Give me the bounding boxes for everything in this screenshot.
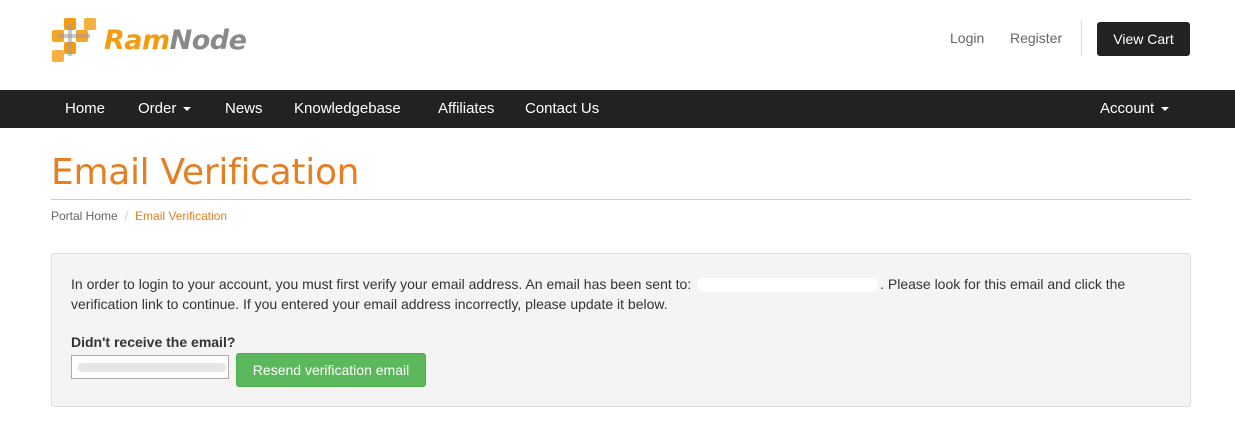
logo-icon [52,18,96,62]
nav-knowledgebase[interactable]: Knowledgebase [294,90,401,128]
nav-account[interactable]: Account [1100,90,1170,128]
redacted-email [697,278,879,293]
title-divider [51,199,1191,200]
verification-panel: In order to login to your account, you m… [51,253,1191,407]
resend-verification-button[interactable]: Resend verification email [236,353,426,387]
breadcrumb-portal-home[interactable]: Portal Home [51,209,118,223]
nav-order[interactable]: Order [138,90,192,128]
breadcrumb-current: Email Verification [135,209,228,223]
nav-affiliates[interactable]: Affiliates [438,90,494,128]
view-cart-button[interactable]: View Cart [1097,22,1190,56]
ramnode-logo[interactable]: RamNode [50,15,247,65]
nav-news[interactable]: News [225,90,263,128]
logo-wordmark: RamNode [104,24,247,56]
main-navigation: Home Order News Knowledgebase Affiliates… [0,90,1235,128]
site-header: RamNode Login Register View Cart [0,0,1235,90]
nav-home[interactable]: Home [65,90,105,128]
breadcrumb: Portal Home / Email Verification [51,209,227,223]
page-title: Email Verification [51,152,360,193]
nav-account-label: Account [1100,100,1155,117]
email-address-input[interactable] [71,355,229,379]
nav-contact-us[interactable]: Contact Us [525,90,599,128]
login-link[interactable]: Login [950,30,984,46]
message-text-start: In order to login to your account, you m… [71,276,692,292]
register-link[interactable]: Register [1010,30,1062,46]
verification-message: In order to login to your account, you m… [71,274,1181,314]
chevron-down-icon [183,107,192,112]
breadcrumb-separator: / [124,209,129,223]
didnt-receive-label: Didn't receive the email? [71,334,236,350]
chevron-down-icon [1161,107,1170,112]
header-divider [1081,20,1082,56]
nav-order-label: Order [138,100,177,117]
redacted-email-value [78,363,226,372]
